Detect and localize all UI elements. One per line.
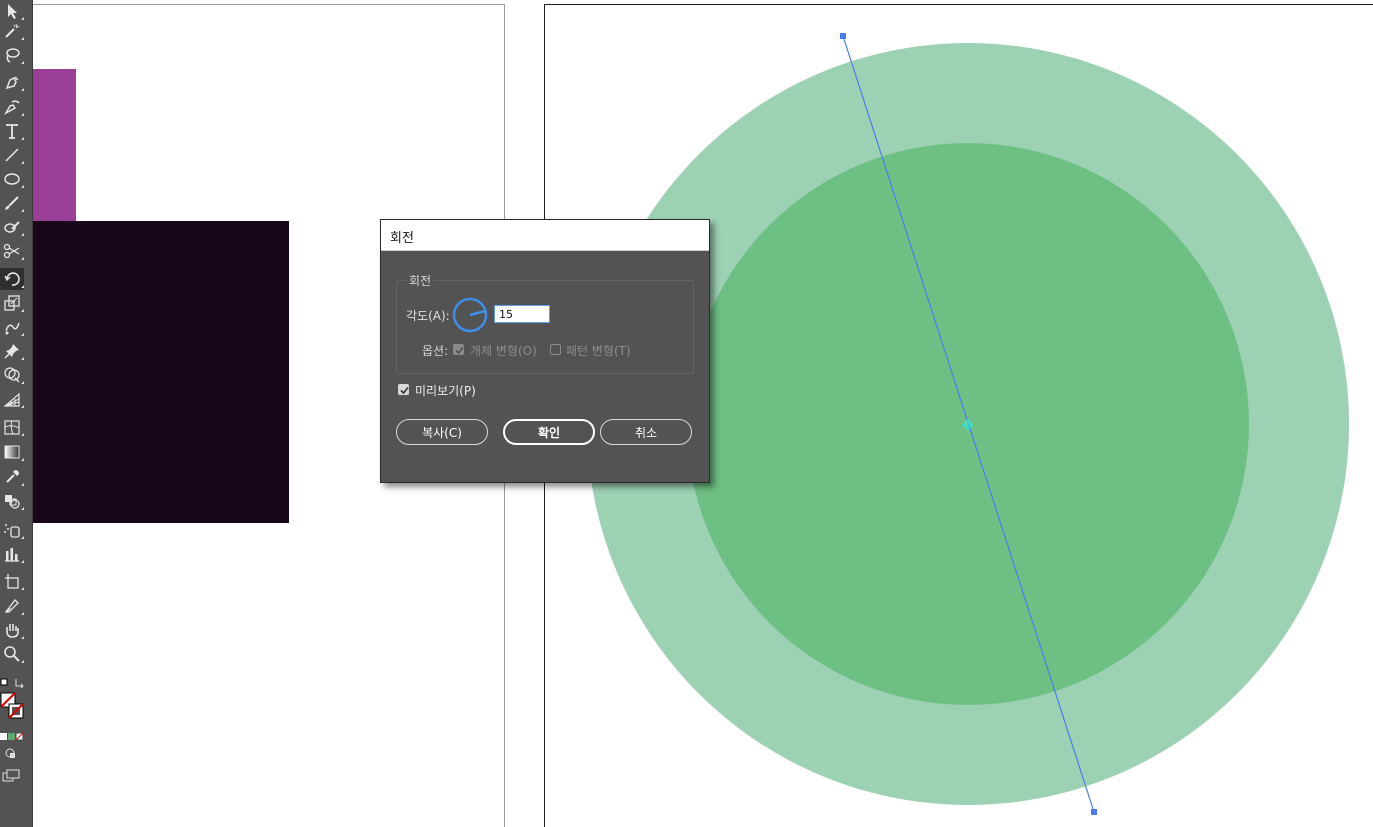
pin-tool-icon [4,344,19,359]
mesh-tool-button[interactable] [0,416,24,438]
magic-wand-tool-icon [5,23,20,38]
angle-dial-icon[interactable] [452,297,488,333]
scale-tool-icon [4,295,20,311]
perspective-grid-tool-icon [3,392,20,407]
dialog-title: 회전 [390,231,414,246]
ellipse-tool-icon [4,173,20,185]
hand-tool-icon [6,624,19,638]
artboard-left-border-top [33,4,504,5]
preview-label: 미리보기(P) [415,384,476,398]
scissors-tool-icon [3,243,20,259]
lasso-tool-button[interactable] [0,44,24,66]
eyedropper-tool-button[interactable] [0,466,24,488]
scissors-tool-button[interactable] [0,240,24,262]
column-graph-tool-icon [5,548,19,562]
magic-wand-tool-button[interactable] [0,20,24,42]
shaper-tool-button[interactable] [0,216,24,238]
pen-tool-icon [5,76,19,90]
gradient-tool-button[interactable] [0,441,24,463]
puppet-warp-tool-icon [5,322,20,335]
rotate-group-box [396,280,694,374]
mesh-tool-icon [4,420,20,435]
transform-objects-checkbox[interactable] [453,344,464,355]
scale-tool-button[interactable] [0,292,24,314]
angle-input[interactable] [494,305,550,323]
blend-tool-icon [5,495,20,509]
angle-label: 각도(A): [406,309,450,323]
anchor-point-bottom[interactable] [1091,809,1097,815]
transform-patterns-checkbox[interactable] [550,344,561,355]
preview-checkbox[interactable] [398,384,409,395]
curvature-tool-button[interactable] [0,96,24,118]
rotate-tool-button[interactable] [0,268,24,290]
ellipse-tool-button[interactable] [0,168,24,190]
type-tool-icon [6,124,18,139]
transform-objects-label: 개체 변형(O) [470,344,537,358]
line-segment-tool-icon [5,148,19,162]
tools-panel [0,0,33,827]
slice-tool-button[interactable] [0,595,24,617]
line-segment-tool-button[interactable] [0,144,24,166]
paintbrush-tool-button[interactable] [0,192,24,214]
symbol-sprayer-tool-button[interactable] [0,519,24,541]
purple-rectangle-shape[interactable] [33,69,76,221]
direct-selection-tool-icon [8,4,17,19]
puppet-warp-tool-button[interactable] [0,316,24,338]
default-colors-icon[interactable] [0,674,10,686]
perspective-grid-tool-button[interactable] [0,388,24,410]
options-label: 옵션: [422,344,449,358]
shape-builder-tool-button[interactable] [0,364,24,386]
gradient-tool-icon [4,445,20,459]
artboard-tool-icon [5,574,19,589]
rotate-group-label: 회전 [407,272,434,289]
dark-rectangle-shape[interactable] [33,221,289,523]
dialog-titlebar[interactable]: 회전 [381,220,709,251]
curvature-tool-icon [4,100,20,115]
shape-builder-tool-icon [4,367,20,383]
pin-tool-button[interactable] [0,340,24,362]
pen-tool-button[interactable] [0,71,24,93]
rotate-dialog: 회전 회전 각도(A): 옵션: 개체 변형(O) 패턴 변형(T) 미리보기(… [380,219,710,483]
anchor-point-top[interactable] [840,33,846,39]
ok-button[interactable]: 확인 [503,419,595,445]
copy-button[interactable]: 복사(C) [396,419,488,445]
symbol-sprayer-tool-icon [4,524,20,538]
direct-selection-tool-button[interactable] [0,0,24,22]
eyedropper-tool-icon [6,470,19,483]
color-mode-buttons[interactable] [0,727,26,741]
artboard-tool-button[interactable] [0,570,24,592]
swap-colors-icon[interactable] [14,674,26,689]
lasso-tool-icon [6,48,20,63]
slice-tool-icon [4,599,19,613]
fill-stroke-swatch[interactable] [0,692,26,722]
drawing-mode-icon[interactable] [2,745,20,759]
zoom-tool-icon [4,646,20,662]
screen-mode-icon[interactable] [2,768,20,782]
transform-patterns-label: 패턴 변형(T) [566,344,631,358]
shaper-tool-icon [4,221,20,233]
blend-tool-button[interactable] [0,490,24,512]
column-graph-tool-button[interactable] [0,543,24,565]
zoom-tool-button[interactable] [0,643,24,665]
rotate-tool-icon [4,272,20,286]
paintbrush-tool-icon [5,196,19,210]
cancel-button[interactable]: 취소 [600,419,692,445]
hand-tool-button[interactable] [0,619,24,641]
type-tool-button[interactable] [0,120,24,142]
